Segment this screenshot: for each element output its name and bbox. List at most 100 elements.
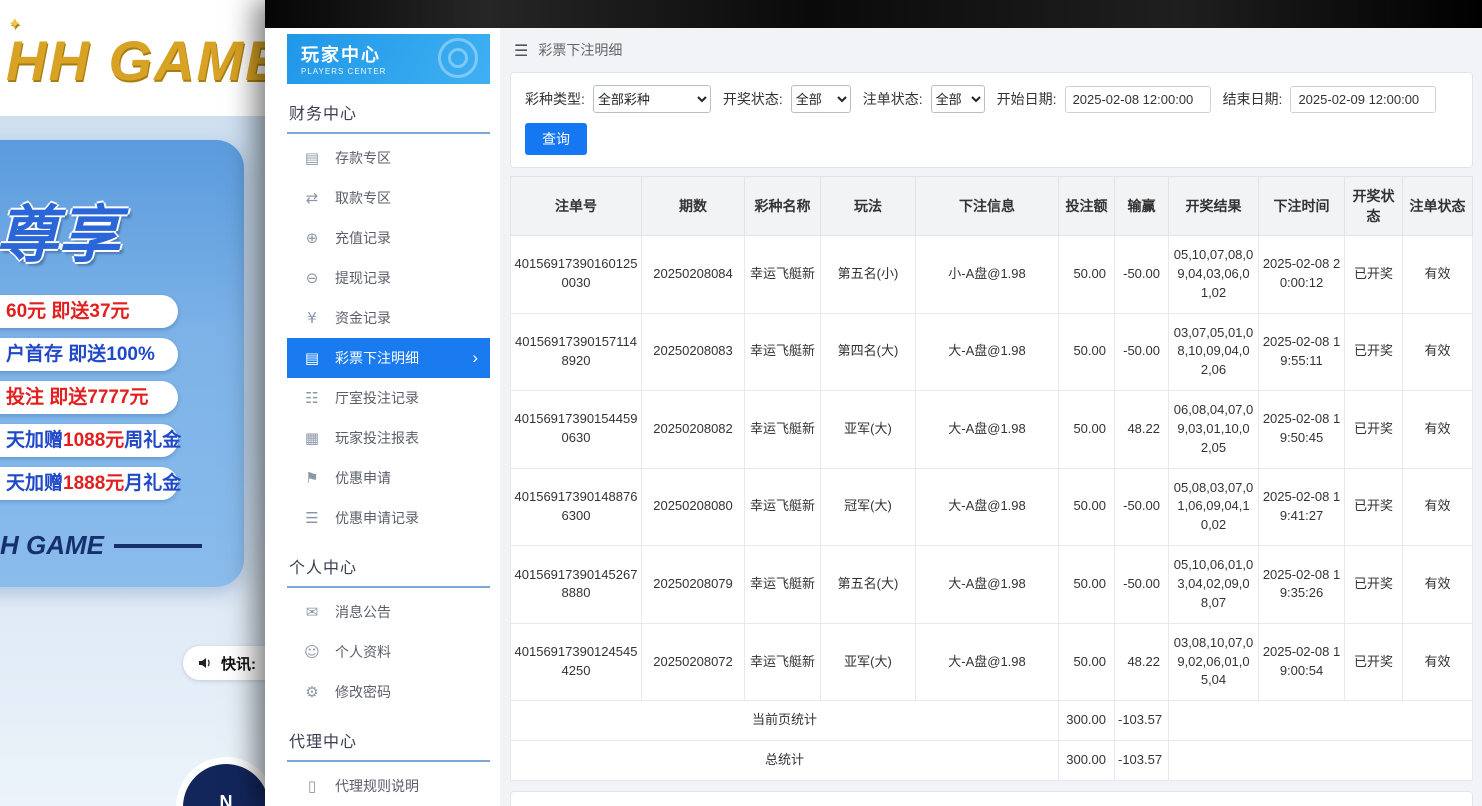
- lottery-type-select[interactable]: 全部彩种: [593, 85, 711, 113]
- sidebar-item-label: 厅室投注记录: [335, 388, 419, 408]
- lottery-name-cell: 幸运飞艇新: [745, 313, 821, 391]
- player-center-window: 玩家中心 PLAYERS CENTER 财务中心▤存款专区⇄取款专区⊕充值记录⊖…: [265, 0, 1482, 806]
- sidebar-item-label: 提现记录: [335, 268, 391, 288]
- target-icon: [438, 38, 478, 78]
- end-date-input[interactable]: [1290, 86, 1436, 113]
- sidebar-item-label: 资金记录: [335, 308, 391, 328]
- bet-info-cell: 大-A盘@1.98: [916, 623, 1059, 701]
- sparkle-icon: ✦: [8, 14, 23, 34]
- sidebar-item-message[interactable]: ✉消息公告: [287, 592, 490, 632]
- draw-status-cell: 已开奖: [1345, 546, 1403, 624]
- win-loss-cell: 48.22: [1115, 391, 1169, 469]
- chevron-right-icon: ›: [472, 348, 478, 368]
- sidebar-item-label: 个人资料: [335, 642, 391, 662]
- withdraw-icon: ⇄: [303, 189, 321, 207]
- search-button[interactable]: 查询: [525, 123, 587, 155]
- lottery-name-cell: 幸运飞艇新: [745, 391, 821, 469]
- draw-result-cell: 03,08,10,07,09,02,06,01,05,04: [1169, 623, 1259, 701]
- draw-status-label: 开奖状态:: [723, 89, 783, 109]
- promo-pill: 天加赠1888元月礼金: [0, 467, 178, 500]
- promo-footer: H GAME: [0, 530, 202, 561]
- bet-amount-cell: 50.00: [1059, 623, 1115, 701]
- sidebar-item-hall-bet-record[interactable]: ☷厅室投注记录: [287, 378, 490, 418]
- site-badge: N: [176, 757, 276, 806]
- site-badge-logo: N: [183, 764, 269, 806]
- player-report-icon: ▦: [303, 429, 321, 447]
- draw-status-select[interactable]: 全部: [791, 85, 851, 113]
- period-cell: 20250208079: [642, 546, 745, 624]
- column-header: 彩种名称: [745, 177, 821, 236]
- bet-amount-cell: 50.00: [1059, 546, 1115, 624]
- bet-info-cell: 大-A盘@1.98: [916, 313, 1059, 391]
- table-row: 40156917390148876630020250208080幸运飞艇新冠军(…: [511, 468, 1473, 546]
- summary-bet-amount-cell: 300.00: [1059, 741, 1115, 781]
- start-date-input[interactable]: [1065, 86, 1211, 113]
- sidebar-sections: 财务中心▤存款专区⇄取款专区⊕充值记录⊖提现记录¥资金记录▤彩票下注明细›☷厅室…: [287, 84, 490, 806]
- sidebar-header: 玩家中心 PLAYERS CENTER: [287, 34, 490, 84]
- play-type-cell: 亚军(大): [821, 391, 916, 469]
- lottery-bet-detail-icon: ▤: [303, 349, 321, 367]
- sidebar-item-player-report[interactable]: ▦ 玩家投注报表: [287, 418, 490, 458]
- sidebar-item-gear[interactable]: ⚙修改密码: [287, 672, 490, 712]
- sidebar-item-recharge-record[interactable]: ⊕充值记录: [287, 218, 490, 258]
- order-status-cell: 有效: [1403, 313, 1473, 391]
- period-cell: 20250208083: [642, 313, 745, 391]
- start-date-label: 开始日期:: [997, 89, 1057, 109]
- bet-table: 注单号期数彩种名称玩法下注信息投注额输赢开奖结果下注时间开奖状态注单状态 401…: [510, 176, 1473, 781]
- order-no-cell: 401569173901452678880: [511, 546, 642, 624]
- sidebar-item-lottery-bet-detail[interactable]: ▤彩票下注明细›: [287, 338, 490, 378]
- bet-time-cell: 2025-02-08 20:00:12: [1259, 236, 1345, 314]
- order-no-cell: 401569173901245454250: [511, 623, 642, 701]
- sidebar-item-funds-record[interactable]: ¥资金记录: [287, 298, 490, 338]
- bet-info-cell: 大-A盘@1.98: [916, 391, 1059, 469]
- user-icon: ☺: [303, 643, 321, 661]
- bet-time-cell: 2025-02-08 19:41:27: [1259, 468, 1345, 546]
- bet-amount-cell: 50.00: [1059, 313, 1115, 391]
- cashout-record-icon: ⊖: [303, 269, 321, 287]
- column-header: 输赢: [1115, 177, 1169, 236]
- table-row: 40156917390124545425020250208072幸运飞艇新亚军(…: [511, 623, 1473, 701]
- win-loss-cell: -50.00: [1115, 313, 1169, 391]
- sidebar-item-label: 修改密码: [335, 682, 391, 702]
- sidebar-item-promo-record[interactable]: ☰优惠申请记录: [287, 498, 490, 538]
- screen: ✦ HH GAME 尊享 60元 即送37元户首存 即送100%投注 即送777…: [0, 0, 1482, 806]
- order-status-cell: 有效: [1403, 623, 1473, 701]
- menu-icon[interactable]: ☰: [514, 41, 528, 60]
- play-type-cell: 第五名(大): [821, 546, 916, 624]
- sidebar-item-label: 优惠申请记录: [335, 508, 419, 528]
- promo-pill: 60元 即送37元: [0, 295, 178, 328]
- sidebar-item-cashout-record[interactable]: ⊖ 提现记录: [287, 258, 490, 298]
- bet-amount-cell: 50.00: [1059, 391, 1115, 469]
- promo-footer-text: H GAME: [0, 530, 104, 561]
- column-header: 期数: [642, 177, 745, 236]
- page-title-row: ☰ 彩票下注明细: [510, 30, 1473, 72]
- site-logo-text: HH GAME: [6, 29, 284, 92]
- page-title: 彩票下注明细: [538, 40, 622, 60]
- period-cell: 20250208082: [642, 391, 745, 469]
- win-loss-cell: -50.00: [1115, 468, 1169, 546]
- promo-banner: 尊享 60元 即送37元户首存 即送100%投注 即送7777元天加赠1088元…: [0, 140, 244, 587]
- draw-status-cell: 已开奖: [1345, 236, 1403, 314]
- sidebar-item-label: 玩家投注报表: [335, 428, 419, 448]
- draw-result-cell: 05,10,07,08,09,04,03,06,01,02: [1169, 236, 1259, 314]
- bet-amount-cell: 50.00: [1059, 236, 1115, 314]
- promo-apply-icon: ⚑: [303, 469, 321, 487]
- column-header: 注单号: [511, 177, 642, 236]
- sidebar-item-label: 代理规则说明: [335, 776, 419, 796]
- table-row: 40156917390154459063020250208082幸运飞艇新亚军(…: [511, 391, 1473, 469]
- summary-label-cell: 当前页统计: [511, 701, 1059, 741]
- sidebar-item-label: 充值记录: [335, 228, 391, 248]
- lottery-name-cell: 幸运飞艇新: [745, 623, 821, 701]
- sidebar-item-document[interactable]: ▯代理规则说明: [287, 766, 490, 806]
- bet-time-cell: 2025-02-08 19:50:45: [1259, 391, 1345, 469]
- summary-label-cell: 总统计: [511, 741, 1059, 781]
- sidebar-item-user[interactable]: ☺ 个人资料: [287, 632, 490, 672]
- draw-status-cell: 已开奖: [1345, 313, 1403, 391]
- summary-empty-cell: [1169, 701, 1473, 741]
- sidebar-item-withdraw[interactable]: ⇄取款专区: [287, 178, 490, 218]
- order-status-select[interactable]: 全部: [931, 85, 985, 113]
- sidebar-item-deposit-card[interactable]: ▤存款专区: [287, 138, 490, 178]
- lottery-type-label: 彩种类型:: [525, 89, 585, 109]
- order-no-cell: 401569173901544590630: [511, 391, 642, 469]
- sidebar-item-promo-apply[interactable]: ⚑优惠申请: [287, 458, 490, 498]
